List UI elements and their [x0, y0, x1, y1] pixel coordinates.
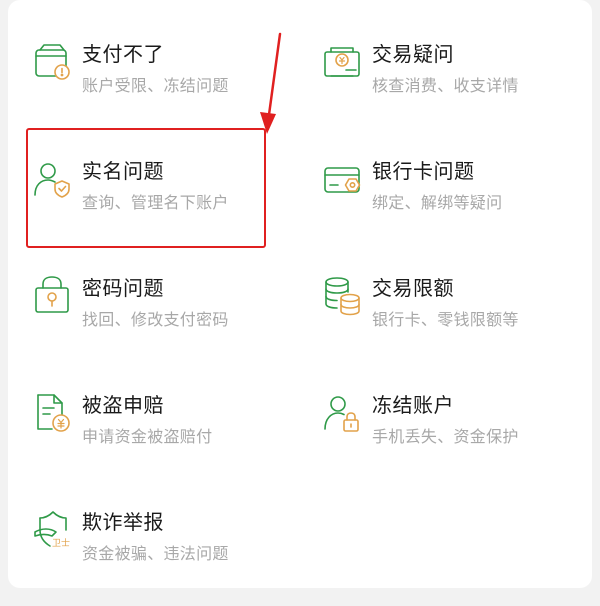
menu-item-title: 密码问题 — [82, 276, 164, 300]
menu-item-subtitle: 核查消费、收支详情 — [372, 76, 519, 95]
bank-card-gear-icon — [322, 157, 366, 201]
menu-item-subtitle: 绑定、解绑等疑问 — [372, 193, 503, 212]
menu-item-freeze-account[interactable]: 冻结账户 手机丢失、资金保护 — [322, 389, 592, 489]
menu-item-fraud-report[interactable]: 卫士 欺诈举报 资金被骗、违法问题 — [32, 506, 302, 606]
menu-item-title: 被盗申赔 — [82, 393, 164, 417]
menu-item-subtitle: 申请资金被盗赔付 — [82, 427, 213, 446]
menu-item-password[interactable]: 密码问题 找回、修改支付密码 — [32, 272, 302, 372]
menu-item-subtitle: 手机丢失、资金保护 — [372, 427, 519, 446]
menu-item-title: 冻结账户 — [372, 393, 454, 417]
menu-item-title: 银行卡问题 — [372, 159, 475, 183]
menu-item-subtitle: 找回、修改支付密码 — [82, 310, 229, 329]
user-lock-icon — [322, 391, 366, 435]
menu-item-subtitle: 资金被骗、违法问题 — [82, 544, 229, 563]
annotation-highlight-box — [26, 128, 266, 248]
menu-item-title: 交易限额 — [372, 276, 454, 300]
receipt-coin-icon — [322, 40, 366, 84]
menu-item-subtitle: 银行卡、零钱限额等 — [372, 310, 519, 329]
document-yuan-icon — [32, 391, 76, 435]
menu-item-title: 交易疑问 — [372, 42, 454, 66]
menu-item-bank-card[interactable]: 银行卡问题 绑定、解绑等疑问 — [322, 155, 592, 255]
guard-badge-text: 卫士 — [52, 537, 70, 549]
coin-stack-icon — [322, 274, 366, 318]
guard-shield-icon: 卫士 — [32, 508, 76, 552]
menu-item-title: 支付不了 — [82, 42, 164, 66]
password-lock-icon — [32, 274, 76, 318]
menu-item-theft-claim[interactable]: 被盗申赔 申请资金被盗赔付 — [32, 389, 302, 489]
annotation-arrow-icon — [260, 32, 282, 134]
menu-item-subtitle: 账户受限、冻结问题 — [82, 76, 229, 95]
menu-item-transaction-limit[interactable]: 交易限额 银行卡、零钱限额等 — [322, 272, 592, 372]
wallet-alert-icon — [32, 40, 76, 84]
menu-item-transaction-query[interactable]: 交易疑问 核查消费、收支详情 — [322, 38, 592, 138]
menu-item-title: 欺诈举报 — [82, 510, 164, 534]
